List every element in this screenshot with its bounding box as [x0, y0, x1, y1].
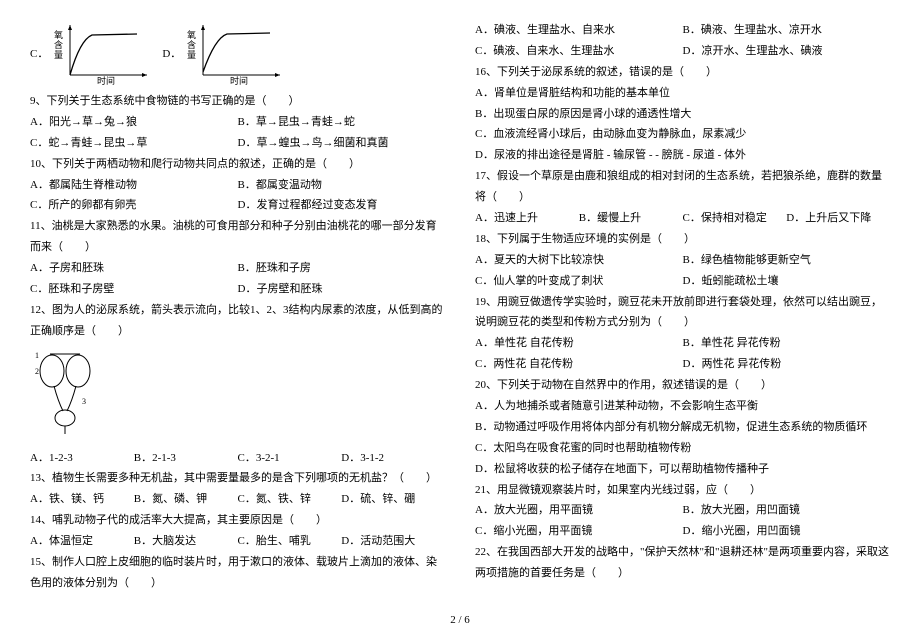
- q15b: B．碘液、生理盐水、凉开水: [683, 20, 891, 41]
- urinary-system-diagram: 1 2 3: [30, 346, 100, 436]
- svg-text:2: 2: [35, 367, 39, 376]
- q19: 19、用豌豆做遗传学实验时，豌豆花未开放前即进行套袋处理，依然可以结出豌豆，说明…: [475, 292, 890, 334]
- svg-text:1: 1: [35, 351, 39, 360]
- q21a: A．放大光圈，用平面镜: [475, 500, 683, 521]
- q13c: C．氮、铁、锌: [238, 489, 342, 510]
- svg-text:量: 量: [187, 50, 196, 60]
- q19c: C．两性花 自花传粉: [475, 354, 683, 375]
- q17a: A．迅速上升: [475, 208, 579, 229]
- q18b: B．绿色植物能够更新空气: [683, 250, 891, 271]
- svg-text:3: 3: [82, 397, 86, 406]
- q13b: B．氮、磷、钾: [134, 489, 238, 510]
- q9b: B．草→昆虫→青蛙→蛇: [238, 112, 446, 133]
- q16c: C．血液流经肾小球后，由动脉血变为静脉血，尿素减少: [475, 124, 890, 145]
- q12: 12、图为人的泌尿系统，箭头表示流向，比较1、2、3结构内尿素的浓度，从低到高的…: [30, 300, 445, 342]
- q17c: C．保持相对稳定: [683, 208, 787, 229]
- svg-text:氧: 氧: [187, 29, 196, 40]
- q16a: A．肾单位是肾脏结构和功能的基本单位: [475, 83, 890, 104]
- q17-options: A．迅速上升 B．缓慢上升 C．保持相对稳定 D．上升后又下降: [475, 208, 890, 229]
- oxygen-curve-chart-c: 氧 含 量 时间: [52, 20, 152, 85]
- q18: 18、下列属于生物适应环境的实例是（ ）: [475, 229, 890, 250]
- option-c-label: C．: [30, 44, 48, 65]
- q16d: D．尿液的排出途径是肾脏 - 输尿管 - - 膀胱 - 尿道 - 体外: [475, 145, 890, 166]
- q19-options: A．单性花 自花传粉 B．单性花 异花传粉 C．两性花 自花传粉 D．两性花 异…: [475, 333, 890, 375]
- q14d: D．活动范围大: [341, 531, 445, 552]
- q20d: D．松鼠将收获的松子储存在地面下，可以帮助植物传播种子: [475, 459, 890, 480]
- q21: 21、用显微镜观察装片时，如果室内光线过弱，应（ ）: [475, 480, 890, 501]
- q14-options: A．体温恒定 B．大脑发达 C．胎生、哺乳 D．活动范围大: [30, 531, 445, 552]
- q21b: B．放大光圈，用凹面镜: [683, 500, 891, 521]
- q19a: A．单性花 自花传粉: [475, 333, 683, 354]
- q14b: B．大脑发达: [134, 531, 238, 552]
- q9a: A．阳光→草→兔→狼: [30, 112, 238, 133]
- q18-options: A．夏天的大树下比较凉快 B．绿色植物能够更新空气 C．仙人掌的叶变成了刺状 D…: [475, 250, 890, 292]
- q20a: A．人为地捕杀或者随意引进某种动物，不会影响生态平衡: [475, 396, 890, 417]
- q10c: C．所产的卵都有卵壳: [30, 195, 238, 216]
- q19b: B．单性花 异花传粉: [683, 333, 891, 354]
- chart-row: C． 氧 含 量 时间 D．: [30, 20, 445, 85]
- q9c: C．蛇→青蛙→昆虫→草: [30, 133, 238, 154]
- q10: 10、下列关于两栖动物和爬行动物共同点的叙述，正确的是（ ）: [30, 154, 445, 175]
- q13a: A．铁、镁、钙: [30, 489, 134, 510]
- q9: 9、下列关于生态系统中食物链的书写正确的是（ ）: [30, 91, 445, 112]
- q14: 14、哺乳动物子代的成活率大大提高，其主要原因是（ ）: [30, 510, 445, 531]
- svg-text:时间: 时间: [230, 75, 248, 85]
- q22: 22、在我国西部大开发的战略中，"保护天然林"和"退耕还林"是两项重要内容，采取…: [475, 542, 890, 584]
- q16: 16、下列关于泌尿系统的叙述，错误的是（ ）: [475, 62, 890, 83]
- chart-d: D． 氧 含 量 时间: [162, 20, 285, 85]
- q15: 15、制作人口腔上皮细胞的临时装片时，用于漱口的液体、载玻片上滴加的液体、染色用…: [30, 552, 445, 594]
- q21d: D．缩小光圈，用凹面镜: [683, 521, 891, 542]
- q20b: B．动物通过呼吸作用将体内部分有机物分解成无机物，促进生态系统的物质循环: [475, 417, 890, 438]
- q11c: C．胚珠和子房壁: [30, 279, 238, 300]
- q15d: D．凉开水、生理盐水、碘液: [683, 41, 891, 62]
- svg-text:含: 含: [54, 39, 63, 50]
- q9-options: A．阳光→草→兔→狼 B．草→昆虫→青蛙→蛇 C．蛇→青蛙→昆虫→草 D．草→蝗…: [30, 112, 445, 154]
- q20c: C．太阳鸟在吸食花蜜的同时也帮助植物传粉: [475, 438, 890, 459]
- q12b: B．2-1-3: [134, 448, 238, 469]
- svg-text:含: 含: [187, 39, 196, 50]
- right-column: A．碘液、生理盐水、自来水 B．碘液、生理盐水、凉开水 C．碘液、自来水、生理盐…: [475, 20, 890, 594]
- q11-options: A．子房和胚珠 B．胚珠和子房 C．胚珠和子房壁 D．子房壁和胚珠: [30, 258, 445, 300]
- q11: 11、油桃是大家熟悉的水果。油桃的可食用部分和种子分别由油桃花的哪一部分发育而来…: [30, 216, 445, 258]
- q15-options: A．碘液、生理盐水、自来水 B．碘液、生理盐水、凉开水 C．碘液、自来水、生理盐…: [475, 20, 890, 62]
- q11b: B．胚珠和子房: [238, 258, 446, 279]
- q10b: B．都属变温动物: [238, 175, 446, 196]
- page-number: 2 / 6: [450, 610, 470, 631]
- q9d: D．草→蝗虫→鸟→细菌和真菌: [238, 133, 446, 154]
- q13-options: A．铁、镁、钙 B．氮、磷、钾 C．氮、铁、锌 D．硫、锌、硼: [30, 489, 445, 510]
- q12a: A．1-2-3: [30, 448, 134, 469]
- oxygen-curve-chart-d: 氧 含 量 时间: [185, 20, 285, 85]
- q19d: D．两性花 异花传粉: [683, 354, 891, 375]
- q18a: A．夏天的大树下比较凉快: [475, 250, 683, 271]
- svg-text:量: 量: [54, 50, 63, 60]
- q15c: C．碘液、自来水、生理盐水: [475, 41, 683, 62]
- q13: 13、植物生长需要多种无机盐，其中需要量最多的是含下列哪项的无机盐？（ ）: [30, 468, 445, 489]
- q21c: C．缩小光圈，用平面镜: [475, 521, 683, 542]
- q21-options: A．放大光圈，用平面镜 B．放大光圈，用凹面镜 C．缩小光圈，用平面镜 D．缩小…: [475, 500, 890, 542]
- chart-c: C． 氧 含 量 时间: [30, 20, 152, 85]
- q17b: B．缓慢上升: [579, 208, 683, 229]
- q16b: B．出现蛋白尿的原因是肾小球的通透性增大: [475, 104, 890, 125]
- q18c: C．仙人掌的叶变成了刺状: [475, 271, 683, 292]
- q12c: C．3-2-1: [238, 448, 342, 469]
- q20: 20、下列关于动物在自然界中的作用，叙述错误的是（ ）: [475, 375, 890, 396]
- svg-text:时间: 时间: [97, 75, 115, 85]
- q17: 17、假设一个草原是由鹿和狼组成的相对封闭的生态系统，若把狼杀绝，鹿群的数量将（…: [475, 166, 890, 208]
- left-column: C． 氧 含 量 时间 D．: [30, 20, 445, 594]
- q10a: A．都属陆生脊椎动物: [30, 175, 238, 196]
- q14a: A．体温恒定: [30, 531, 134, 552]
- q12-options: A．1-2-3 B．2-1-3 C．3-2-1 D．3-1-2: [30, 448, 445, 469]
- q15a: A．碘液、生理盐水、自来水: [475, 20, 683, 41]
- q13d: D．硫、锌、硼: [341, 489, 445, 510]
- svg-text:氧: 氧: [54, 29, 63, 40]
- q11d: D．子房壁和胚珠: [238, 279, 446, 300]
- q10d: D．发育过程都经过变态发育: [238, 195, 446, 216]
- option-d-label: D．: [162, 44, 181, 65]
- q17d: D．上升后又下降: [786, 208, 890, 229]
- q18d: D．蚯蚓能疏松土壤: [683, 271, 891, 292]
- q11a: A．子房和胚珠: [30, 258, 238, 279]
- q12d: D．3-1-2: [341, 448, 445, 469]
- q14c: C．胎生、哺乳: [238, 531, 342, 552]
- q10-options: A．都属陆生脊椎动物 B．都属变温动物 C．所产的卵都有卵壳 D．发育过程都经过…: [30, 175, 445, 217]
